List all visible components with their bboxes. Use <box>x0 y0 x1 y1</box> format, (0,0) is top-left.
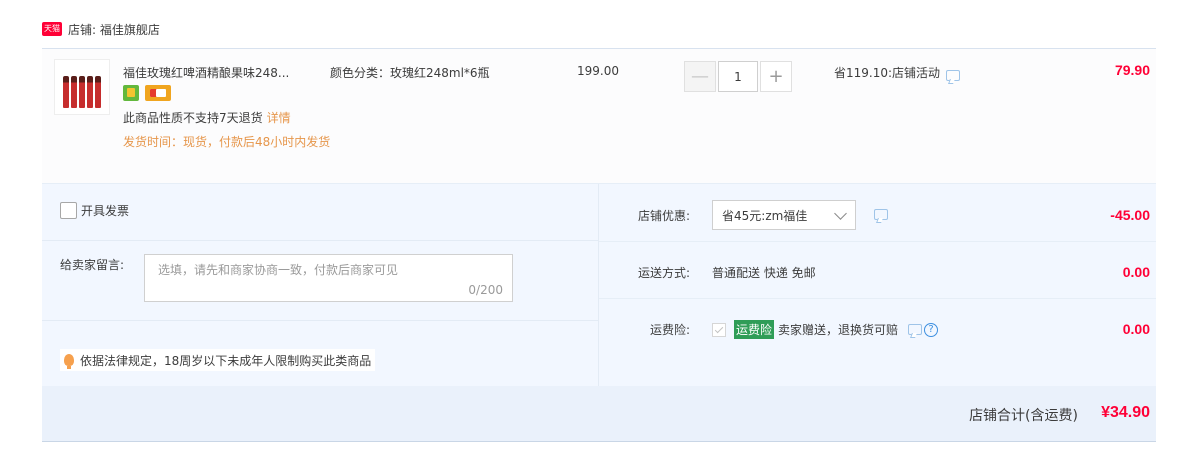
saving-text: 省119.10:店铺活动 <box>834 66 941 80</box>
shipping-method: 普通配送 快递 免邮 <box>712 266 816 280</box>
insurance-info: 运费险 卖家赠送，退换货可赔 ? <box>712 320 939 339</box>
coupon-amount: -45.00 <box>1110 207 1150 223</box>
insurance-amount: 0.00 <box>1122 321 1150 337</box>
bottle-image <box>79 76 85 108</box>
order-summary-options: 店铺优惠: 省45元:zm福佳 -45.00 运送方式: 普通配送 快递 免邮 … <box>599 184 1156 386</box>
order-item-row: 福佳玫瑰红啤酒精酿果味248... 此商品性质不支持7天退货 详情 发货时间：现货… <box>42 48 1156 184</box>
invoice-label: 开具发票 <box>81 204 130 218</box>
quantity-stepper: — + <box>684 61 792 92</box>
coupon-select[interactable]: 省45元:zm福佳 <box>712 200 856 230</box>
product-thumbnail[interactable] <box>54 59 110 115</box>
insurance-row: 运费险: 运费险 卖家赠送，退换货可赔 ? 0.00 <box>599 299 1156 356</box>
tmall-badge-icon: 天猫 <box>42 22 62 36</box>
coupon-row: 店铺优惠: 省45元:zm福佳 -45.00 <box>599 184 1156 242</box>
shop-total-label: 店铺合计(含运费) <box>969 408 1078 424</box>
item-total-price: 79.90 <box>1114 62 1150 78</box>
service-badges <box>123 85 171 101</box>
shop-name[interactable]: 店铺: 福佳旗舰店 <box>68 21 160 38</box>
decrease-button[interactable]: — <box>684 61 716 92</box>
shipping-row: 运送方式: 普通配送 快递 免邮 0.00 <box>599 242 1156 299</box>
legal-notice: 依据法律规定，18周岁以下未成年人限制购买此类商品 <box>60 349 376 371</box>
bulb-icon <box>64 354 74 369</box>
detail-link[interactable]: 详情 <box>267 111 291 125</box>
insurance-checkbox <box>712 322 726 337</box>
ship-time-text: 发货时间：现货，付款后48小时内发货 <box>123 135 331 149</box>
shipping-amount: 0.00 <box>1122 264 1150 280</box>
seller-message-textarea[interactable]: 选填，请先和商家协商一致，付款后商家可见 0/200 <box>144 254 513 302</box>
bottle-image <box>63 76 69 108</box>
sku-text: 颜色分类：玫瑰红248ml*6瓶 <box>330 66 490 80</box>
return-policy-text: 此商品性质不支持7天退货 <box>123 111 263 125</box>
insurance-badge: 运费险 <box>734 320 775 339</box>
chat-icon[interactable] <box>908 324 923 335</box>
chevron-down-icon <box>834 207 847 220</box>
bottle-image <box>71 76 77 108</box>
shop-total-bar: 店铺合计(含运费) ¥34.90 <box>42 386 1156 442</box>
bottle-image <box>95 76 101 108</box>
service-badge-icon[interactable] <box>123 85 139 101</box>
invoice-checkbox[interactable] <box>60 202 77 219</box>
bottle-image <box>87 76 93 108</box>
chat-icon[interactable] <box>874 209 888 220</box>
invoice-option[interactable]: 开具发票 <box>60 202 129 219</box>
insurance-label: 运费险: <box>649 323 690 337</box>
help-icon[interactable]: ? <box>924 322 939 337</box>
divider <box>42 240 598 241</box>
credit-card-badge-icon[interactable] <box>145 85 171 101</box>
message-placeholder: 选填，请先和商家协商一致，付款后商家可见 <box>158 263 399 277</box>
increase-button[interactable]: + <box>760 61 792 92</box>
coupon-label: 店铺优惠: <box>637 209 690 223</box>
unit-price: 199.00 <box>577 64 619 78</box>
insurance-description: 卖家赠送，退换货可赔 <box>778 323 899 337</box>
return-policy-notice: 此商品性质不支持7天退货 详情 <box>123 109 291 126</box>
product-title[interactable]: 福佳玫瑰红啤酒精酿果味248... <box>123 64 289 81</box>
buyer-options: 开具发票 给卖家留言: 选填，请先和商家协商一致，付款后商家可见 0/200 依… <box>42 184 599 386</box>
saving-info: 省119.10:店铺活动 <box>834 64 961 81</box>
shop-header: 天猫 店铺: 福佳旗舰店 <box>42 18 160 40</box>
message-label: 给卖家留言: <box>60 258 125 272</box>
order-extras-panel: 开具发票 给卖家留言: 选填，请先和商家协商一致，付款后商家可见 0/200 依… <box>42 184 1156 386</box>
divider <box>42 320 598 321</box>
quantity-input[interactable] <box>718 61 758 92</box>
coupon-selected-value: 省45元:zm福佳 <box>722 208 808 223</box>
shipping-label: 运送方式: <box>637 266 690 280</box>
message-char-counter: 0/200 <box>468 283 503 297</box>
legal-notice-text: 依据法律规定，18周岁以下未成年人限制购买此类商品 <box>80 353 372 368</box>
chat-icon[interactable] <box>946 70 961 81</box>
shop-total-amount: ¥34.90 <box>1101 404 1150 421</box>
